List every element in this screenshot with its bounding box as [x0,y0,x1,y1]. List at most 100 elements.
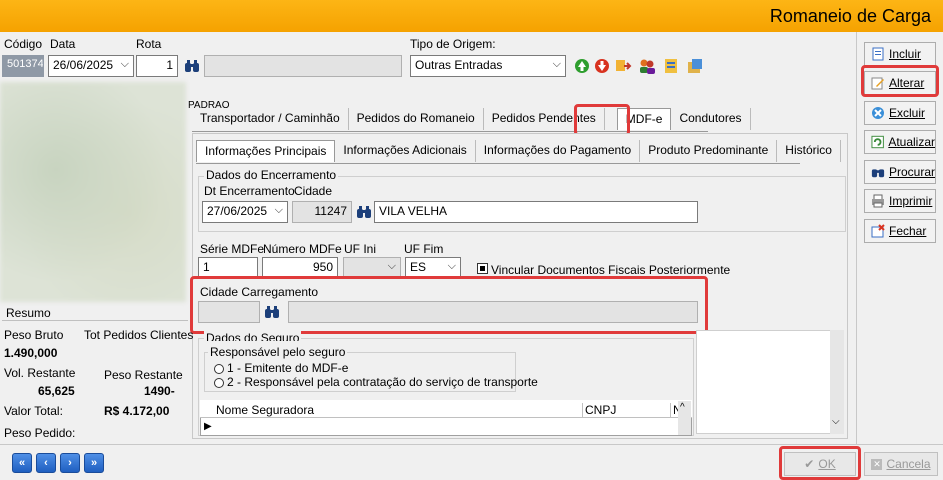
uf-fim-label: UF Fim [404,242,444,256]
vol-restante-value: 65,625 [38,384,75,398]
tab-condutores[interactable]: Condutores [671,108,751,130]
chevron-down-icon[interactable]: ⌵ [448,260,456,273]
cancela-button[interactable]: ✕ Cancela [864,452,938,476]
dt-encerramento-field[interactable]: 27/06/2025 ⌵ [202,201,288,223]
uf-fim-value: ES [410,260,427,274]
tab-informacoes-pagamento[interactable]: Informações do Pagamento [476,140,641,162]
atualizar-button[interactable]: Atualizar [864,130,936,154]
document-icon[interactable] [662,57,680,75]
chevron-down-icon[interactable]: ⌵ [388,260,396,273]
record-navigator: « ‹ › » [12,453,104,473]
tipo-origem-value: Outras Entradas [415,58,503,72]
binoculars-icon[interactable] [184,59,200,73]
data-field[interactable]: 26/06/2025 ⌵ [48,55,134,77]
vol-restante-label: Vol. Restante [4,366,76,380]
seguro-group-label: Dados do Seguro [204,331,302,341]
option-1-label: 1 - Emitente do MDF-e [227,361,349,375]
rota-field[interactable]: 1 [136,55,178,77]
sub-tabs: Informações Principais Informações Adici… [196,140,841,164]
previous-record-button[interactable]: ‹ [36,453,56,473]
binoculars-icon [871,169,885,178]
valor-total-value: R$ 4.172,00 [104,404,170,418]
numero-mdfe-label: Número MDFe [263,242,342,256]
grid-scrollbar[interactable]: ^ [678,401,691,435]
rota-description-field [204,55,402,77]
codigo-field: 501374 [2,55,44,77]
scrollbar[interactable]: ⌵ [830,330,844,434]
data-label: Data [50,37,76,51]
dt-encerramento-value: 27/06/2025 [207,204,268,218]
imprimir-button[interactable]: Imprimir [864,189,936,213]
responsavel-option-2[interactable]: 2 - Responsável pela contratação do serv… [214,375,538,389]
chevron-down-icon[interactable]: ⌵ [275,204,283,217]
ok-highlight [779,446,861,480]
imprimir-label: Imprimir [889,194,933,208]
clientes-label: Clientes [150,328,194,342]
vincular-checkbox[interactable] [477,263,488,274]
fechar-button[interactable]: Fechar [864,219,936,243]
tab-informacoes-principais[interactable]: Informações Principais [196,140,336,162]
package-icon[interactable] [686,57,704,75]
tab-produto-predominante[interactable]: Produto Predominante [640,140,778,162]
cidade-carregamento-highlight [190,276,708,334]
binoculars-icon[interactable] [356,205,372,219]
valor-total-label: Valor Total: [4,404,63,418]
radio-button[interactable] [214,377,224,388]
transfer-icon[interactable] [614,57,632,75]
users-icon[interactable] [638,57,656,75]
tab-informacoes-adicionais[interactable]: Informações Adicionais [335,140,476,162]
title-bar: Romaneio de Carga [0,0,943,32]
encerramento-group-label: Dados do Encerramento [204,168,339,182]
peso-restante-label: Peso Restante [104,368,183,382]
atualizar-label: Atualizar [888,135,935,149]
blank-panel [696,330,844,434]
codigo-label: Código [4,37,43,51]
row-pointer-icon: ▶ [204,421,212,432]
main-tabs: Transportador / Caminhão Pedidos do Roma… [192,108,751,132]
chevron-up-icon[interactable]: ^ [680,402,685,413]
tab-pedidos-romaneio[interactable]: Pedidos do Romaneio [349,108,484,130]
chevron-down-icon[interactable]: ⌵ [553,58,561,71]
peso-pedido-label: Peso Pedido: [4,426,76,440]
responsavel-option-1[interactable]: 1 - Emitente do MDF-e [214,361,348,375]
responsavel-label: Responsável pelo seguro [208,345,348,359]
tab-transportador[interactable]: Transportador / Caminhão [192,108,349,130]
radio-button[interactable] [214,363,224,374]
printer-icon [872,194,884,208]
tipo-origem-select[interactable]: Outras Entradas ⌵ [410,55,566,77]
chevron-down-icon[interactable]: ⌵ [121,58,129,71]
chevron-down-icon[interactable]: ⌵ [832,416,840,427]
tipo-origem-label: Tipo de Origem: [410,37,496,51]
excluir-button[interactable]: Excluir [864,101,936,125]
peso-restante-value: 1490- [144,384,175,398]
resumo-title: Resumo [6,306,51,320]
up-arrow-icon[interactable] [574,58,590,74]
down-arrow-icon[interactable] [594,58,610,74]
delete-icon [872,107,884,119]
dt-encerramento-label: Dt Encerramento [204,184,295,198]
last-record-button[interactable]: » [84,453,104,473]
col-nome-seguradora[interactable]: Nome Seguradora [216,403,314,417]
col-n[interactable]: N [670,403,678,417]
tab-mdfe-highlight [574,104,630,136]
peso-bruto-value: 1.490,000 [4,346,58,360]
col-cnpj[interactable]: CNPJ [582,403,616,417]
window-title: Romaneio de Carga [769,6,931,26]
option-2-label: 2 - Responsável pela contratação do serv… [227,375,538,389]
fechar-label: Fechar [889,224,927,238]
tab-historico[interactable]: Histórico [777,140,841,162]
first-record-button[interactable]: « [12,453,32,473]
cidade-name-field[interactable]: VILA VELHA [374,201,698,223]
alterar-highlight [861,65,939,97]
serie-mdfe-label: Série MDFe [200,242,265,256]
rota-label: Rota [136,37,162,51]
close-document-icon [871,224,885,238]
procurar-button[interactable]: Procurar [864,160,936,184]
peso-bruto-label: Peso Bruto [4,328,64,342]
incluir-button[interactable]: Incluir [864,42,936,66]
resumo-divider [2,320,188,321]
next-record-button[interactable]: › [60,453,80,473]
blurred-info-panel [0,82,186,302]
excluir-label: Excluir [889,106,926,120]
refresh-icon [871,135,884,149]
